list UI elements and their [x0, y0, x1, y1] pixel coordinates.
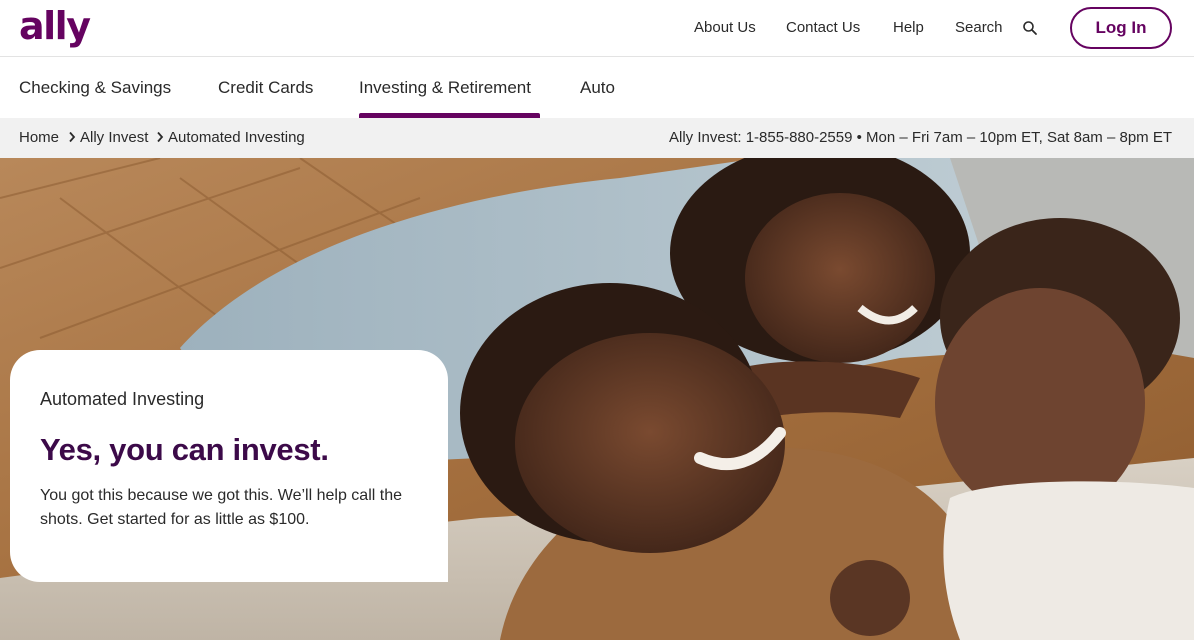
top-utility-bar: ally About Us Contact Us Help Search Log… [0, 0, 1194, 57]
main-nav: Checking & Savings Credit Cards Investin… [0, 57, 1194, 118]
help-link[interactable]: Help [893, 18, 924, 38]
hero-eyebrow: Automated Investing [40, 389, 205, 409]
log-in-button[interactable]: Log In [1070, 7, 1172, 49]
breadcrumb-home[interactable]: Home [19, 129, 59, 147]
chevron-right-icon [69, 131, 76, 143]
hero-subtext: You got this because we got this. We’ll … [40, 487, 402, 528]
nav-credit-cards[interactable]: Credit Cards [218, 77, 313, 99]
search-icon[interactable] [1022, 20, 1038, 36]
logo-text: ally [19, 4, 91, 48]
ally-logo[interactable]: ally [19, 4, 91, 48]
contact-us-link[interactable]: Contact Us [786, 18, 860, 38]
hero-section: Automated Investing Yes, you can invest.… [0, 158, 1194, 640]
contact-info: Ally Invest: 1-855-880-2559 • Mon – Fri … [669, 129, 1172, 146]
hero-headline: Yes, you can invest. [40, 432, 329, 467]
breadcrumb-bar: Home Ally Invest Automated Investing All… [0, 118, 1194, 158]
breadcrumb-ally-invest[interactable]: Ally Invest [80, 129, 148, 147]
nav-checking-savings[interactable]: Checking & Savings [19, 77, 171, 99]
chevron-right-icon [157, 131, 164, 143]
breadcrumb-current: Automated Investing [168, 129, 305, 146]
hero-card: Automated Investing Yes, you can invest.… [10, 350, 448, 582]
nav-investing-retirement[interactable]: Investing & Retirement [359, 77, 531, 99]
nav-auto[interactable]: Auto [580, 77, 615, 99]
search-link[interactable]: Search [955, 18, 1003, 38]
about-us-link[interactable]: About Us [694, 18, 756, 38]
